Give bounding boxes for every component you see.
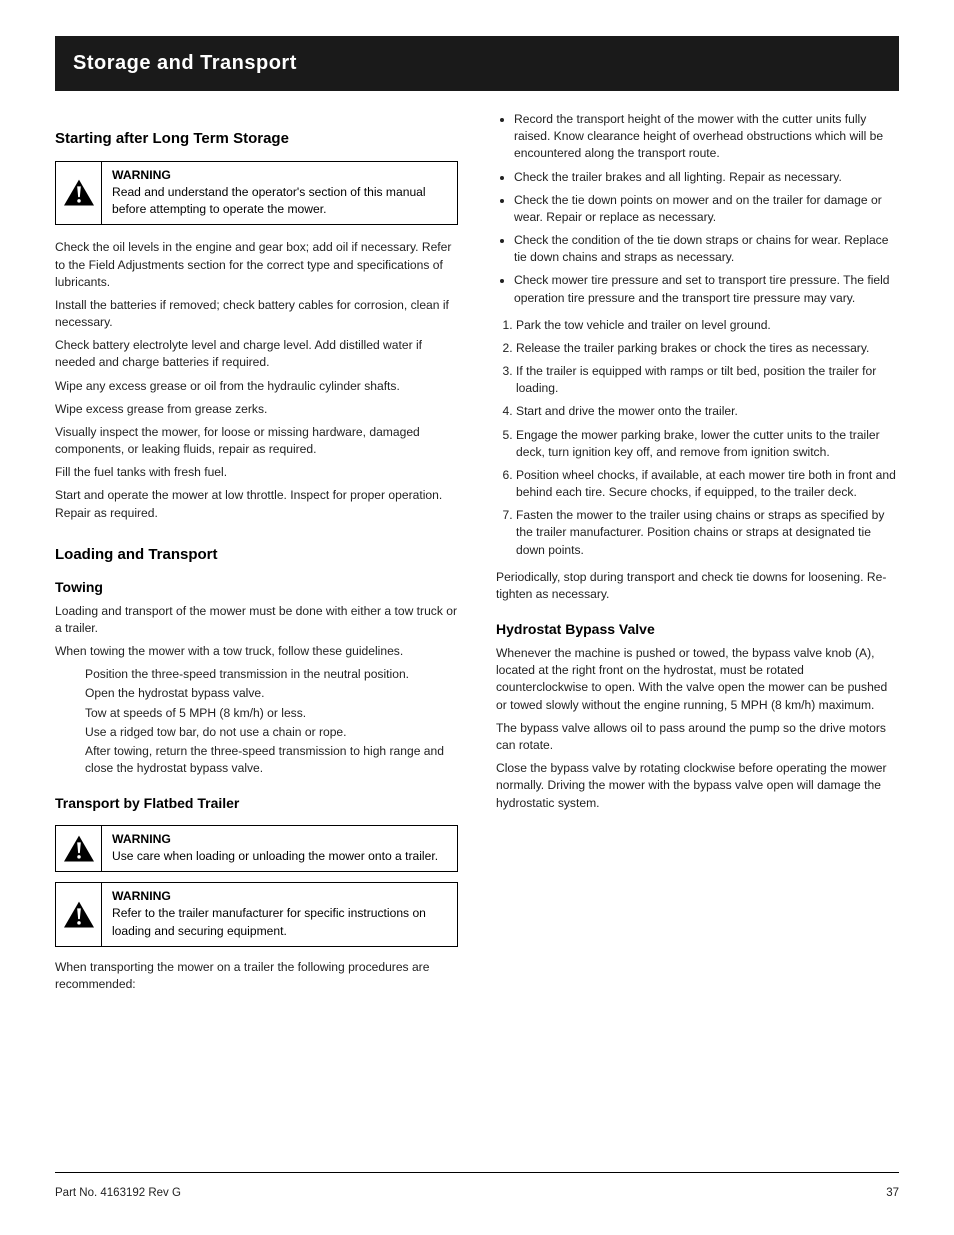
indent-item: Use a ridged tow bar, do not use a chain…: [85, 724, 458, 741]
left-column: Starting after Long Term Storage WARNING…: [55, 105, 458, 999]
indent-item: Tow at speeds of 5 MPH (8 km/h) or less.: [85, 705, 458, 722]
section-subhead-flatbed: Transport by Flatbed Trailer: [55, 795, 458, 811]
warning-title: WARNING: [112, 889, 447, 903]
paragraph: Check battery electrolyte level and char…: [55, 337, 458, 371]
list-item: Check the condition of the tie down stra…: [514, 232, 899, 266]
bullet-list: Record the transport height of the mower…: [496, 111, 899, 307]
warning-triangle-icon: [62, 900, 96, 930]
warning-triangle-icon: [62, 178, 96, 208]
section-heading-loading: Loading and Transport: [55, 546, 458, 563]
indent-item: After towing, return the three-speed tra…: [85, 743, 458, 777]
warning-text-cell: WARNING Use care when loading or unloadi…: [102, 826, 457, 871]
paragraph: Wipe excess grease from grease zerks.: [55, 401, 458, 418]
list-item: Position wheel chocks, if available, at …: [516, 467, 899, 501]
warning-box-loading: WARNING Use care when loading or unloadi…: [55, 825, 458, 872]
list-item: Engage the mower parking brake, lower th…: [516, 427, 899, 461]
title-bar: Storage and Transport: [55, 36, 899, 91]
warning-text-cell: WARNING Refer to the trailer manufacture…: [102, 883, 457, 945]
numbered-list: Park the tow vehicle and trailer on leve…: [496, 317, 899, 559]
footer-page-number: 37: [886, 1187, 899, 1199]
section-subhead-bypass: Hydrostat Bypass Valve: [496, 621, 899, 637]
warning-body: Use care when loading or unloading the m…: [112, 848, 447, 865]
warning-title: WARNING: [112, 168, 447, 182]
title-bar-text: Storage and Transport: [73, 52, 297, 75]
list-item: Check the tie down points on mower and o…: [514, 192, 899, 226]
paragraph: Wipe any excess grease or oil from the h…: [55, 378, 458, 395]
footer: Part No. 4163192 Rev G 37: [55, 1187, 899, 1199]
paragraph: Periodically, stop during transport and …: [496, 569, 899, 603]
two-column-layout: Starting after Long Term Storage WARNING…: [55, 105, 899, 999]
paragraph: When transporting the mower on a trailer…: [55, 959, 458, 993]
indent-item: Position the three-speed transmission in…: [85, 666, 458, 683]
list-item: Release the trailer parking brakes or ch…: [516, 340, 899, 357]
list-item: If the trailer is equipped with ramps or…: [516, 363, 899, 397]
list-item: Fasten the mower to the trailer using ch…: [516, 507, 899, 559]
footer-part-number: Part No. 4163192 Rev G: [55, 1187, 181, 1199]
indent-item: Open the hydrostat bypass valve.: [85, 685, 458, 702]
list-item: Start and drive the mower onto the trail…: [516, 403, 899, 420]
section-heading-starting: Starting after Long Term Storage: [55, 130, 458, 147]
warning-text-cell: WARNING Read and understand the operator…: [102, 162, 457, 224]
list-item: Check mower tire pressure and set to tra…: [514, 272, 899, 306]
warning-body: Read and understand the operator's secti…: [112, 184, 447, 218]
list-item: Park the tow vehicle and trailer on leve…: [516, 317, 899, 334]
list-item: Record the transport height of the mower…: [514, 111, 899, 163]
warning-icon-cell: [56, 826, 102, 871]
footer-rule: [55, 1172, 899, 1173]
warning-icon-cell: [56, 883, 102, 945]
warning-triangle-icon: [62, 834, 96, 864]
warning-icon-cell: [56, 162, 102, 224]
warning-box-read-manual: WARNING Read and understand the operator…: [55, 161, 458, 225]
paragraph: Close the bypass valve by rotating clock…: [496, 760, 899, 812]
warning-body: Refer to the trailer manufacturer for sp…: [112, 905, 447, 939]
paragraph: The bypass valve allows oil to pass arou…: [496, 720, 899, 754]
paragraph: Check the oil levels in the engine and g…: [55, 239, 458, 291]
paragraph: Fill the fuel tanks with fresh fuel.: [55, 464, 458, 481]
paragraph: Whenever the machine is pushed or towed,…: [496, 645, 899, 714]
list-item: Check the trailer brakes and all lightin…: [514, 169, 899, 186]
paragraph: When towing the mower with a tow truck, …: [55, 643, 458, 660]
paragraph: Visually inspect the mower, for loose or…: [55, 424, 458, 458]
warning-title: WARNING: [112, 832, 447, 846]
section-subhead-towing: Towing: [55, 579, 458, 595]
warning-box-trailer-mfr: WARNING Refer to the trailer manufacture…: [55, 882, 458, 946]
right-column: Record the transport height of the mower…: [496, 105, 899, 999]
paragraph: Start and operate the mower at low throt…: [55, 487, 458, 521]
paragraph: Install the batteries if removed; check …: [55, 297, 458, 331]
paragraph: Loading and transport of the mower must …: [55, 603, 458, 637]
